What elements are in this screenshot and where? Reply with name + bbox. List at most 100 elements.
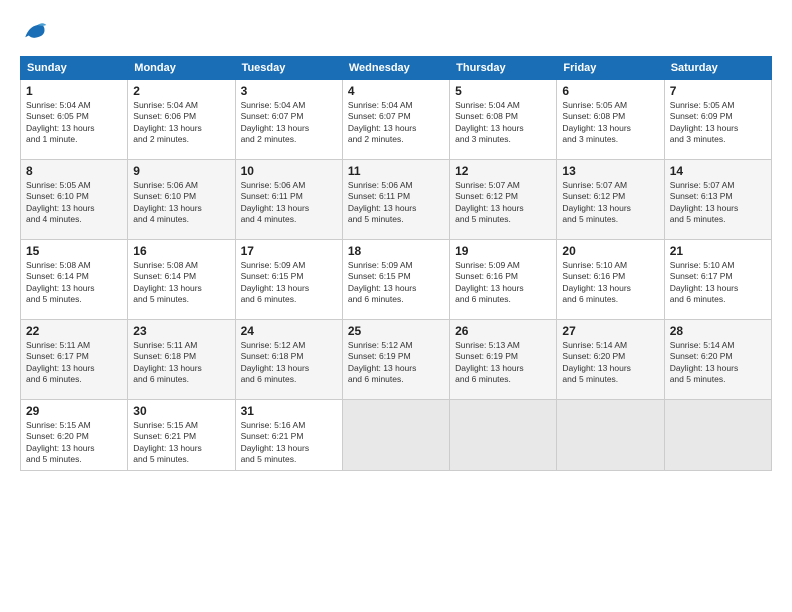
day-info: Sunrise: 5:11 AMSunset: 6:18 PMDaylight:… [133, 340, 229, 386]
day-cell: 21 Sunrise: 5:10 AMSunset: 6:17 PMDayligh… [664, 240, 771, 320]
day-cell: 19 Sunrise: 5:09 AMSunset: 6:16 PMDayligh… [450, 240, 557, 320]
day-number: 28 [670, 324, 766, 338]
day-cell: 8 Sunrise: 5:05 AMSunset: 6:10 PMDaylight… [21, 160, 128, 240]
day-cell: 2 Sunrise: 5:04 AMSunset: 6:06 PMDaylight… [128, 80, 235, 160]
week-row-3: 15 Sunrise: 5:08 AMSunset: 6:14 PMDayligh… [21, 240, 772, 320]
day-info: Sunrise: 5:08 AMSunset: 6:14 PMDaylight:… [26, 260, 122, 306]
day-number: 15 [26, 244, 122, 258]
day-info: Sunrise: 5:13 AMSunset: 6:19 PMDaylight:… [455, 340, 551, 386]
day-number: 30 [133, 404, 229, 418]
week-row-5: 29 Sunrise: 5:15 AMSunset: 6:20 PMDayligh… [21, 400, 772, 471]
logo-icon [20, 18, 48, 46]
day-cell: 29 Sunrise: 5:15 AMSunset: 6:20 PMDayligh… [21, 400, 128, 471]
day-number: 29 [26, 404, 122, 418]
day-cell: 27Sunrise: 5:14 AMSunset: 6:20 PMDayligh… [557, 320, 664, 400]
day-number: 7 [670, 84, 766, 98]
day-number: 8 [26, 164, 122, 178]
day-cell: 23 Sunrise: 5:11 AMSunset: 6:18 PMDayligh… [128, 320, 235, 400]
day-number: 20 [562, 244, 658, 258]
day-info: Sunrise: 5:07 AMSunset: 6:13 PMDaylight:… [670, 180, 766, 226]
day-info: Sunrise: 5:04 AMSunset: 6:07 PMDaylight:… [241, 100, 337, 146]
day-cell [664, 400, 771, 471]
day-number: 27 [562, 324, 658, 338]
day-cell: 30 Sunrise: 5:15 AMSunset: 6:21 PMDayligh… [128, 400, 235, 471]
day-number: 13 [562, 164, 658, 178]
day-info: Sunrise: 5:15 AMSunset: 6:21 PMDaylight:… [133, 420, 229, 466]
day-number: 9 [133, 164, 229, 178]
weekday-header-sunday: Sunday [21, 57, 128, 80]
day-cell: 26 Sunrise: 5:13 AMSunset: 6:19 PMDayligh… [450, 320, 557, 400]
day-cell [557, 400, 664, 471]
day-info: Sunrise: 5:10 AMSunset: 6:16 PMDaylight:… [562, 260, 658, 306]
day-info: Sunrise: 5:04 AMSunset: 6:07 PMDaylight:… [348, 100, 444, 146]
week-row-2: 8 Sunrise: 5:05 AMSunset: 6:10 PMDaylight… [21, 160, 772, 240]
day-info: Sunrise: 5:15 AMSunset: 6:20 PMDaylight:… [26, 420, 122, 466]
day-cell: 13 Sunrise: 5:07 AMSunset: 6:12 PMDayligh… [557, 160, 664, 240]
day-number: 11 [348, 164, 444, 178]
day-number: 22 [26, 324, 122, 338]
weekday-header-monday: Monday [128, 57, 235, 80]
day-number: 4 [348, 84, 444, 98]
day-number: 2 [133, 84, 229, 98]
day-info: Sunrise: 5:14 AMSunset: 6:20 PMDaylight:… [670, 340, 766, 386]
day-cell: 15 Sunrise: 5:08 AMSunset: 6:14 PMDayligh… [21, 240, 128, 320]
day-info: Sunrise: 5:08 AMSunset: 6:14 PMDaylight:… [133, 260, 229, 306]
day-number: 5 [455, 84, 551, 98]
day-number: 31 [241, 404, 337, 418]
day-info: Sunrise: 5:07 AMSunset: 6:12 PMDaylight:… [455, 180, 551, 226]
day-info: Sunrise: 5:05 AMSunset: 6:09 PMDaylight:… [670, 100, 766, 146]
day-number: 1 [26, 84, 122, 98]
day-cell [450, 400, 557, 471]
day-cell: 20 Sunrise: 5:10 AMSunset: 6:16 PMDayligh… [557, 240, 664, 320]
logo [20, 18, 52, 46]
day-info: Sunrise: 5:09 AMSunset: 6:15 PMDaylight:… [241, 260, 337, 306]
weekday-header-friday: Friday [557, 57, 664, 80]
weekday-header-row: SundayMondayTuesdayWednesdayThursdayFrid… [21, 57, 772, 80]
day-info: Sunrise: 5:05 AMSunset: 6:10 PMDaylight:… [26, 180, 122, 226]
day-number: 14 [670, 164, 766, 178]
day-cell: 4 Sunrise: 5:04 AMSunset: 6:07 PMDaylight… [342, 80, 449, 160]
day-number: 21 [670, 244, 766, 258]
day-info: Sunrise: 5:11 AMSunset: 6:17 PMDaylight:… [26, 340, 122, 386]
day-number: 24 [241, 324, 337, 338]
day-number: 16 [133, 244, 229, 258]
day-cell: 16 Sunrise: 5:08 AMSunset: 6:14 PMDayligh… [128, 240, 235, 320]
day-cell: 1 Sunrise: 5:04 AMSunset: 6:05 PMDaylight… [21, 80, 128, 160]
day-info: Sunrise: 5:06 AMSunset: 6:11 PMDaylight:… [348, 180, 444, 226]
weekday-header-saturday: Saturday [664, 57, 771, 80]
day-cell: 18Sunrise: 5:09 AMSunset: 6:15 PMDayligh… [342, 240, 449, 320]
day-info: Sunrise: 5:12 AMSunset: 6:19 PMDaylight:… [348, 340, 444, 386]
day-number: 26 [455, 324, 551, 338]
day-info: Sunrise: 5:06 AMSunset: 6:10 PMDaylight:… [133, 180, 229, 226]
page: SundayMondayTuesdayWednesdayThursdayFrid… [0, 0, 792, 612]
day-cell: 11 Sunrise: 5:06 AMSunset: 6:11 PMDayligh… [342, 160, 449, 240]
day-number: 10 [241, 164, 337, 178]
day-cell: 22 Sunrise: 5:11 AMSunset: 6:17 PMDayligh… [21, 320, 128, 400]
day-cell: 6Sunrise: 5:05 AMSunset: 6:08 PMDaylight… [557, 80, 664, 160]
day-cell: 7 Sunrise: 5:05 AMSunset: 6:09 PMDaylight… [664, 80, 771, 160]
day-info: Sunrise: 5:16 AMSunset: 6:21 PMDaylight:… [241, 420, 337, 466]
day-cell: 14 Sunrise: 5:07 AMSunset: 6:13 PMDayligh… [664, 160, 771, 240]
day-number: 25 [348, 324, 444, 338]
day-number: 19 [455, 244, 551, 258]
day-info: Sunrise: 5:09 AMSunset: 6:15 PMDaylight:… [348, 260, 444, 306]
day-cell: 31 Sunrise: 5:16 AMSunset: 6:21 PMDayligh… [235, 400, 342, 471]
day-info: Sunrise: 5:10 AMSunset: 6:17 PMDaylight:… [670, 260, 766, 306]
week-row-4: 22 Sunrise: 5:11 AMSunset: 6:17 PMDayligh… [21, 320, 772, 400]
week-row-1: 1 Sunrise: 5:04 AMSunset: 6:05 PMDaylight… [21, 80, 772, 160]
day-cell: 12Sunrise: 5:07 AMSunset: 6:12 PMDayligh… [450, 160, 557, 240]
day-number: 23 [133, 324, 229, 338]
day-cell: 5Sunrise: 5:04 AMSunset: 6:08 PMDaylight… [450, 80, 557, 160]
day-cell: 17 Sunrise: 5:09 AMSunset: 6:15 PMDayligh… [235, 240, 342, 320]
weekday-header-thursday: Thursday [450, 57, 557, 80]
day-info: Sunrise: 5:04 AMSunset: 6:06 PMDaylight:… [133, 100, 229, 146]
day-cell: 3Sunrise: 5:04 AMSunset: 6:07 PMDaylight… [235, 80, 342, 160]
calendar-table: SundayMondayTuesdayWednesdayThursdayFrid… [20, 56, 772, 471]
day-info: Sunrise: 5:04 AMSunset: 6:05 PMDaylight:… [26, 100, 122, 146]
day-number: 17 [241, 244, 337, 258]
day-info: Sunrise: 5:09 AMSunset: 6:16 PMDaylight:… [455, 260, 551, 306]
day-cell: 25 Sunrise: 5:12 AMSunset: 6:19 PMDayligh… [342, 320, 449, 400]
day-info: Sunrise: 5:07 AMSunset: 6:12 PMDaylight:… [562, 180, 658, 226]
weekday-header-wednesday: Wednesday [342, 57, 449, 80]
day-number: 6 [562, 84, 658, 98]
